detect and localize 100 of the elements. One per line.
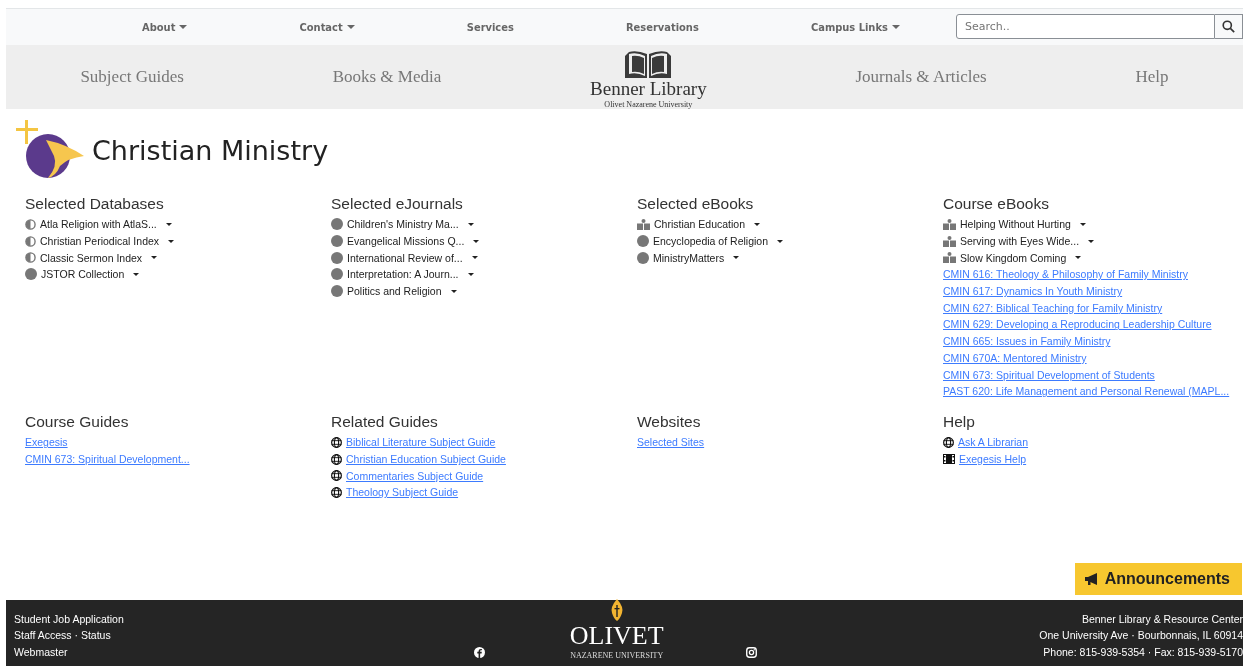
caret-icon: [467, 222, 474, 226]
circle-icon: [331, 251, 343, 264]
guide-link[interactable]: CMIN 670A: Mentored Ministry: [943, 351, 1087, 364]
resource-link[interactable]: Christian Education: [654, 218, 746, 231]
section-heading: Selected eBooks: [637, 195, 755, 213]
caret-icon: [733, 256, 740, 260]
caret-icon: [179, 25, 188, 29]
resource-link[interactable]: Evangelical Missions Q...: [347, 235, 465, 248]
caret-icon: [133, 272, 140, 276]
nav-link[interactable]: Services: [466, 20, 514, 34]
section-heading: Course Guides: [25, 413, 130, 431]
globe-icon: [943, 436, 954, 448]
resource-link[interactable]: Christian Periodical Index: [40, 235, 160, 248]
caret-icon: [1075, 256, 1082, 260]
resource-link[interactable]: Classic Sermon Index: [40, 251, 143, 264]
caret-icon: [1079, 222, 1086, 226]
search-icon: [1222, 19, 1235, 33]
caret-icon: [151, 256, 158, 260]
caret-icon: [473, 239, 480, 243]
section-heading: Course eBooks: [943, 195, 1050, 213]
guide-link[interactable]: Selected Sites: [637, 436, 705, 449]
guide-link[interactable]: Christian Education Subject Guide: [346, 453, 506, 466]
resource-link[interactable]: Slow Kingdom Coming: [960, 251, 1067, 264]
logo-name: Benner Library: [590, 77, 707, 100]
resource-link[interactable]: International Review of...: [347, 251, 463, 264]
nav-link[interactable]: About: [142, 20, 188, 34]
guide-link[interactable]: Commentaries Subject Guide: [346, 469, 484, 482]
guide-link[interactable]: Theology Subject Guide: [346, 486, 459, 499]
search-button[interactable]: [1215, 13, 1243, 39]
caret-icon: [471, 256, 478, 260]
guide-link[interactable]: CMIN 629: Developing a Reproducing Leadership Culture: [943, 318, 1212, 331]
page-title: Christian Ministry: [92, 134, 329, 166]
guide-link[interactable]: CMIN 665: Issues in Family Ministry: [943, 335, 1111, 348]
reader-icon: [943, 252, 956, 264]
section-heading: Selected eJournals: [331, 195, 464, 213]
resource-link[interactable]: Children's Ministry Ma...: [347, 218, 459, 231]
footer-link[interactable]: Webmaster: [14, 643, 124, 660]
footer-contact-text: One University Ave · Bourbonnais, IL 60914: [1039, 628, 1243, 643]
footer-link[interactable]: Staff Access · Status: [14, 627, 124, 644]
resource-link[interactable]: JSTOR Collection: [41, 268, 125, 281]
reader-icon: [943, 235, 956, 247]
guide-link[interactable]: Exegesis: [25, 436, 68, 449]
guide-link[interactable]: Biblical Literature Subject Guide: [346, 436, 496, 449]
nav-link[interactable]: Journals & Articles: [855, 67, 987, 87]
section-heading: Help: [943, 413, 976, 431]
resource-link[interactable]: Atla Religion with AtlaS...: [40, 218, 157, 231]
caret-icon: [777, 239, 783, 243]
circle-icon: [637, 235, 649, 248]
circle-icon: [331, 268, 343, 281]
announcements-button[interactable]: Announcements: [1074, 563, 1242, 595]
search-field[interactable]: Search..: [956, 13, 1215, 39]
half-circle-icon: [25, 252, 36, 264]
guide-link[interactable]: CMIN 673: Spiritual Development of Students: [943, 368, 1155, 381]
footer-contact-text: Benner Library & Resource Center: [1081, 611, 1243, 627]
nav-link[interactable]: Campus Links: [810, 20, 900, 34]
circle-icon: [331, 285, 343, 298]
caret-icon: [467, 272, 474, 276]
guide-link[interactable]: Exegesis Help: [959, 453, 1027, 466]
caret-icon: [165, 222, 172, 226]
caret-icon: [168, 239, 175, 243]
nav-link[interactable]: Help: [1135, 67, 1169, 87]
globe-icon: [331, 486, 342, 498]
nav-link[interactable]: Reservations: [626, 20, 699, 34]
reader-icon: [943, 218, 956, 230]
globe-icon: [331, 436, 342, 448]
guide-link[interactable]: PAST 620: Life Management and Personal Renewal (MAPL...: [943, 385, 1230, 398]
circle-icon: [331, 235, 343, 248]
resource-link[interactable]: Serving with Eyes Wide...: [960, 235, 1080, 248]
caret-icon: [891, 25, 900, 29]
footer-link[interactable]: Student Job Application: [14, 610, 124, 627]
footer-contact-text: Phone: 815-939-5354 · Fax: 815-939-5170: [1043, 644, 1243, 660]
nav-link[interactable]: Books & Media: [332, 67, 442, 87]
half-circle-icon: [25, 218, 36, 230]
half-circle-icon: [25, 235, 36, 247]
section-heading: Websites: [637, 413, 702, 431]
resource-link[interactable]: MinistryMatters: [653, 251, 725, 264]
guide-link[interactable]: CMIN 617: Dynamics In Youth Ministry: [943, 285, 1123, 298]
circle-icon: [331, 218, 343, 231]
book-icon: [623, 49, 674, 80]
caret-icon: [1088, 239, 1095, 243]
guide-link[interactable]: CMIN 673: Spiritual Development...: [25, 453, 190, 466]
globe-icon: [331, 453, 342, 465]
nav-link[interactable]: Contact: [299, 20, 355, 34]
guide-link[interactable]: CMIN 616: Theology & Philosophy of Family Ministry: [943, 268, 1188, 281]
nav-link[interactable]: Subject Guides: [80, 67, 184, 87]
resource-link[interactable]: Politics and Religion: [347, 285, 442, 298]
footer-logo-subtitle: NAZARENE UNIVERSITY: [570, 651, 664, 660]
guide-link[interactable]: CMIN 627: Biblical Teaching for Family Ministry: [943, 301, 1163, 314]
caret-icon: [450, 289, 457, 293]
resource-link[interactable]: Interpretation: A Journ...: [347, 268, 459, 281]
logo-subtitle: Olivet Nazarene University: [604, 99, 693, 109]
film-icon: [943, 454, 955, 465]
resource-link[interactable]: Helping Without Hurting: [960, 218, 1071, 231]
instagram-icon[interactable]: [745, 647, 757, 658]
caret-icon: [346, 25, 355, 29]
reader-icon: [637, 218, 650, 230]
circle-icon: [25, 268, 37, 281]
resource-link[interactable]: Encyclopedia of Religion: [653, 235, 768, 248]
guide-link[interactable]: Ask A Librarian: [958, 436, 1029, 449]
facebook-icon[interactable]: [473, 647, 485, 658]
